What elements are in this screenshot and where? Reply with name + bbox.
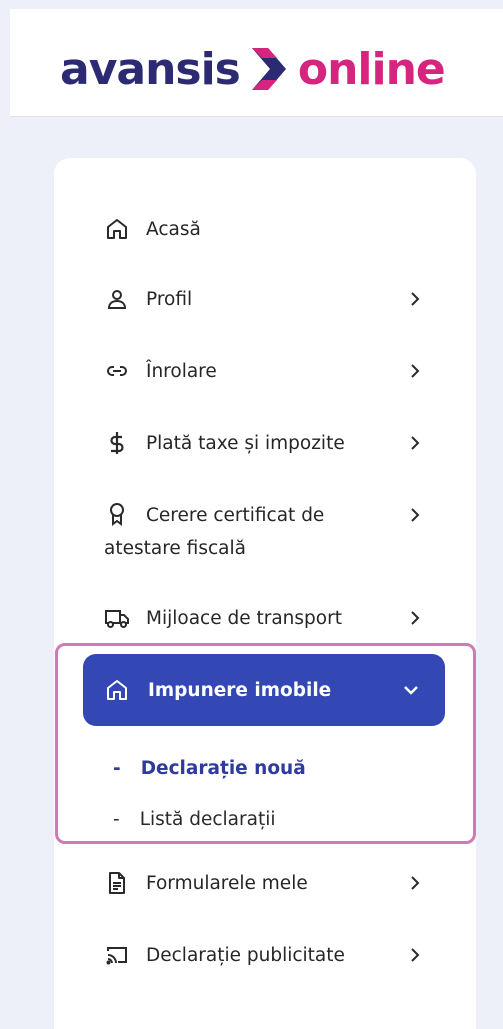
menu-item-label: Plată taxe și impozite <box>146 432 345 454</box>
chevron-right-icon <box>411 364 420 378</box>
menu-item-label: Acasă <box>146 218 201 240</box>
selection-highlight <box>55 643 476 844</box>
brand-name-part1: avansis <box>60 43 241 95</box>
menu-item-label: Mijloace de transport <box>146 607 342 629</box>
chevron-right-icon <box>411 436 420 450</box>
menu-item-forms[interactable]: Formularele mele <box>104 868 434 898</box>
chevron-right-icon <box>411 508 420 522</box>
chevron-right-icon <box>411 611 420 625</box>
menu-item-advertising[interactable]: Declarație publicitate <box>104 940 434 970</box>
user-icon <box>104 286 130 312</box>
menu-item-transport[interactable]: Mijloace de transport <box>104 603 434 633</box>
menu-item-profile[interactable]: Profil <box>104 284 434 314</box>
cast-icon <box>104 942 130 968</box>
home-icon <box>104 216 130 242</box>
award-icon <box>104 501 130 527</box>
menu-item-label: Profil <box>146 288 193 310</box>
chevron-right-icon <box>411 876 420 890</box>
brand-logo[interactable]: avansis online <box>60 39 446 99</box>
chevron-right-icon <box>411 948 420 962</box>
menu-item-payment[interactable]: Plată taxe și impozite <box>104 428 434 458</box>
link-icon <box>104 358 130 384</box>
menu-item-label: Cerere certificat de atestare fiscală <box>104 505 325 559</box>
truck-icon <box>104 605 130 631</box>
menu-item-certificate[interactable]: Cerere certificat de atestare fiscală <box>104 499 374 565</box>
menu-item-label: Declarație publicitate <box>146 944 345 966</box>
menu-item-enrollment[interactable]: Înrolare <box>104 356 434 386</box>
app-header: avansis online <box>10 9 503 117</box>
menu-item-label: Formularele mele <box>146 872 308 894</box>
brand-name-part2: online <box>297 43 446 95</box>
document-icon <box>104 870 130 896</box>
chevron-right-icon <box>411 292 420 306</box>
brand-chevron-icon <box>251 48 286 90</box>
menu-item-home[interactable]: Acasă <box>104 214 434 244</box>
dollar-icon <box>104 430 130 456</box>
menu-item-label: Înrolare <box>146 360 217 382</box>
